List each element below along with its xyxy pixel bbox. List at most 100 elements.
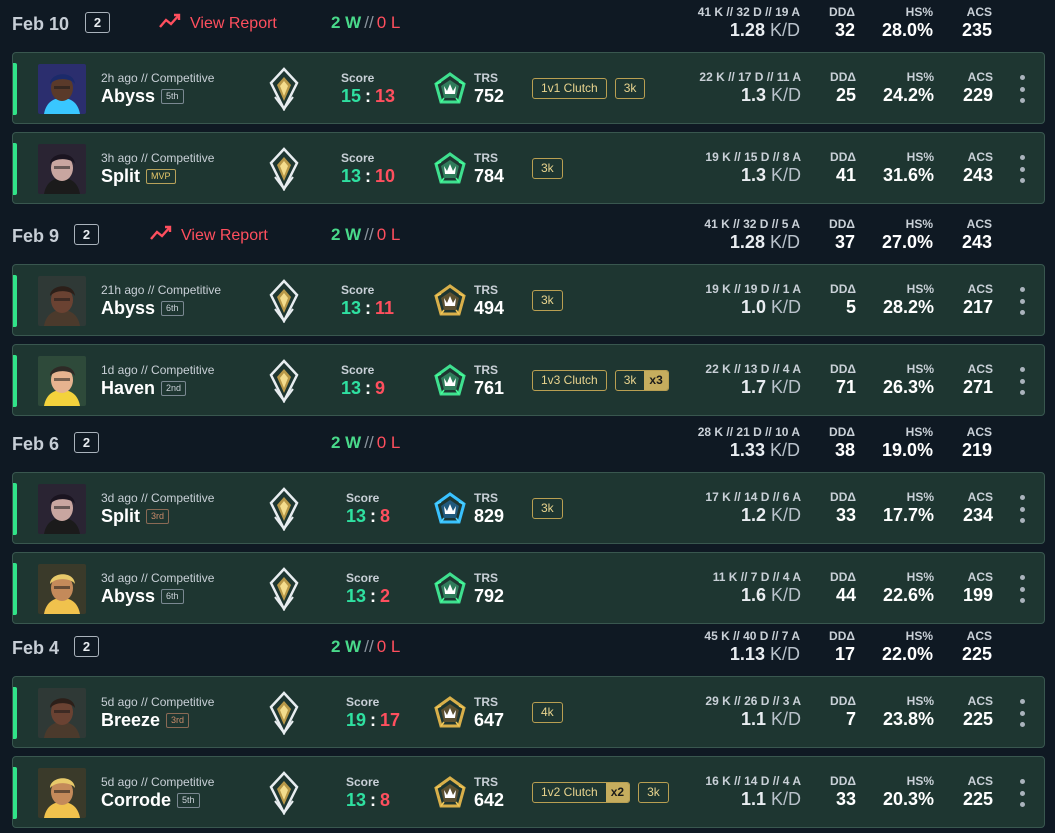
acs-stat: ACS 225 [963, 694, 993, 730]
score-value: 13:8 [346, 506, 390, 527]
headshot-value: 23.8% [882, 709, 934, 729]
win-indicator-bar [13, 143, 17, 195]
kd-value: 1.3 [740, 85, 766, 105]
dd-delta-value: 7 [845, 709, 856, 729]
menu-dot [1019, 287, 1025, 292]
kda-stats: 22 K // 13 D // 4 A 1.7 K/D [705, 362, 801, 398]
menu-dot [1019, 598, 1025, 603]
placement-badge: MVP [146, 169, 176, 184]
map-name: Split [101, 506, 140, 526]
acs-label: ACS [967, 694, 993, 708]
headshot-stat: HS% 17.7% [883, 490, 934, 526]
match-card[interactable]: 2h ago // Competitive Abyss 5th Score 15:13… [12, 52, 1045, 124]
match-card[interactable]: 21h ago // Competitive Abyss 6th Score 13:1… [12, 264, 1045, 336]
match-card[interactable]: 3h ago // Competitive Split MVP Score 13:10… [12, 132, 1045, 204]
score-label: Score [341, 363, 375, 377]
match-count-badge: 2 [85, 12, 110, 33]
headshot-value: 24.2% [882, 85, 934, 105]
kd-unit: K/D [770, 709, 801, 729]
more-options-icon[interactable] [1017, 495, 1027, 523]
kd-ratio: 1.2 K/D [705, 505, 801, 526]
dd-delta-stat: DDΔ 33 [830, 774, 856, 810]
kd-unit: K/D [769, 644, 800, 664]
kd-value: 1.1 [740, 709, 766, 729]
headshot-label: HS% [906, 774, 934, 788]
view-report-link[interactable]: View Report [150, 225, 268, 246]
match-time-mode: 5d ago // Competitive [101, 775, 215, 789]
menu-dot [1019, 722, 1025, 727]
score-label: Score [346, 571, 380, 585]
trend-chart-icon [159, 13, 181, 34]
trs-rating: TRS 792 [474, 571, 504, 607]
kda-line: 41 K // 32 D // 19 A [697, 5, 800, 19]
kd-value: 1.3 [740, 165, 766, 185]
dd-delta-label: DDΔ [830, 694, 856, 708]
acs-label: ACS [966, 217, 992, 231]
acs-stat: ACS 225 [963, 774, 993, 810]
badge-text: 3k [541, 161, 554, 175]
trs-label: TRS [474, 363, 498, 377]
more-options-icon[interactable] [1017, 699, 1027, 727]
rank-icon [269, 691, 299, 736]
kda-stats: 41 K // 32 D // 5 A 1.28 K/D [704, 217, 800, 253]
match-card[interactable]: 1d ago // Competitive Haven 2nd Score 13:9 … [12, 344, 1045, 416]
trs-value: 829 [474, 506, 505, 526]
score-team: 13 [341, 378, 362, 398]
headshot-stat: HS% 27.0% [882, 217, 933, 253]
acs-value: 271 [962, 377, 993, 397]
trs-value: 761 [474, 378, 505, 398]
match-card[interactable]: 5d ago // Competitive Corrode 5th Score 13:… [12, 756, 1045, 828]
match-score: Score 13:8 [346, 775, 390, 811]
acs-value: 219 [961, 440, 992, 460]
headshot-label: HS% [906, 362, 934, 376]
view-report-link[interactable]: View Report [159, 13, 277, 34]
headshot-label: HS% [905, 425, 933, 439]
highlight-badge: 3k x3 [614, 370, 669, 391]
match-card[interactable]: 3d ago // Competitive Abyss 6th Score 13:2 … [12, 552, 1045, 624]
match-card[interactable]: 3d ago // Competitive Split 3rd Score 13:8 … [12, 472, 1045, 544]
dd-delta-label: DDΔ [829, 217, 855, 231]
more-options-icon[interactable] [1017, 575, 1027, 603]
highlight-badge: 3k [532, 158, 563, 179]
menu-dot [1019, 390, 1025, 395]
trs-rating: TRS 642 [474, 775, 504, 811]
more-options-icon[interactable] [1017, 75, 1027, 103]
acs-value: 234 [962, 505, 993, 525]
dd-delta-stat: DDΔ 44 [830, 570, 856, 606]
score-separator: : [365, 378, 372, 398]
kd-unit: K/D [770, 585, 801, 605]
more-options-icon[interactable] [1017, 155, 1027, 183]
score-team: 19 [346, 710, 367, 730]
more-options-icon[interactable] [1017, 367, 1027, 395]
more-options-icon[interactable] [1017, 287, 1027, 315]
map-name: Abyss [101, 86, 156, 106]
dd-delta-label: DDΔ [830, 282, 856, 296]
dd-delta-label: DDΔ [830, 150, 856, 164]
menu-dot [1019, 367, 1025, 372]
rank-icon [269, 567, 299, 612]
losses-count: 0 L [376, 637, 401, 656]
kd-value: 1.1 [740, 789, 766, 809]
trs-label: TRS [474, 695, 498, 709]
kda-stats: 17 K // 14 D // 6 A 1.2 K/D [705, 490, 801, 526]
acs-stat: ACS 243 [962, 217, 992, 253]
map-name: Split [101, 166, 140, 186]
losses-count: 0 L [376, 13, 401, 32]
dd-delta-label: DDΔ [829, 5, 855, 19]
kda-line: 11 K // 7 D // 4 A [712, 570, 801, 584]
badge-text: 4k [541, 705, 554, 719]
highlight-badges: 3k [532, 498, 563, 519]
kd-ratio: 1.0 K/D [705, 297, 801, 318]
acs-value: 199 [962, 585, 993, 605]
headshot-label: HS% [906, 70, 934, 84]
more-options-icon[interactable] [1017, 779, 1027, 807]
match-card[interactable]: 5d ago // Competitive Breeze 3rd Score 19:1… [12, 676, 1045, 748]
trend-chart-icon [150, 225, 172, 246]
acs-label: ACS [967, 490, 993, 504]
trs-label: TRS [474, 491, 498, 505]
headshot-stat: HS% 19.0% [882, 425, 933, 461]
win-indicator-bar [13, 355, 17, 407]
trs-value: 642 [474, 790, 505, 810]
losses-count: 0 L [376, 225, 401, 244]
kd-unit: K/D [769, 232, 800, 252]
